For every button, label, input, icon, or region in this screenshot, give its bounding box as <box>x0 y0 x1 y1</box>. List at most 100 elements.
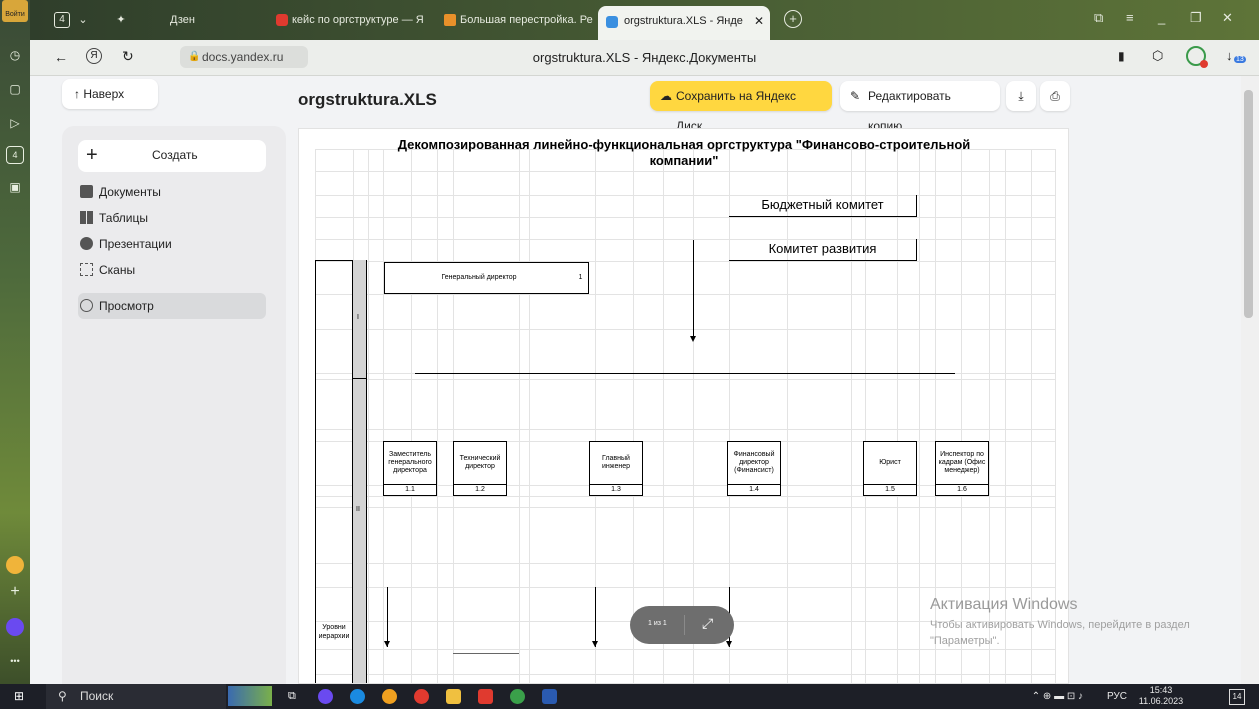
activation-text: Чтобы активировать Windows, перейдите в … <box>930 619 1190 647</box>
edit-copy-button[interactable]: ✎ Редактировать копию <box>840 81 1000 133</box>
document-name: orgstruktura.XLS <box>298 90 437 109</box>
clock-time: 15:43 <box>1149 685 1173 695</box>
messenger-icon[interactable] <box>6 618 24 636</box>
sidebar-item-scans[interactable]: Сканы <box>80 259 135 281</box>
grid-row <box>315 329 1055 330</box>
tab-orgcase[interactable]: кейс по оргструктуре — Я <box>274 8 444 32</box>
windows-start-icon[interactable]: ⊞ <box>14 690 27 703</box>
sidebar-item-view[interactable]: Просмотр <box>80 295 154 317</box>
tab-counter[interactable]: 4 <box>54 12 70 28</box>
video-icon[interactable]: ▷ <box>6 114 24 132</box>
sidebar-item-label: Сканы <box>99 263 136 277</box>
alert-badge <box>1200 60 1208 68</box>
tab-orgstruktura[interactable]: orgstruktura.XLS - Янде ✕ <box>598 6 770 40</box>
taskbar-search[interactable]: ⚲ Поиск <box>46 684 226 709</box>
sheet-title: Декомпозированная линейно-функциональная… <box>319 137 1049 169</box>
edge-app-icon[interactable] <box>350 689 365 704</box>
explorer-app-icon[interactable] <box>446 689 461 704</box>
ceo-label: Генеральный директор <box>441 274 517 281</box>
position-label: Заместитель генерального директора <box>388 451 432 474</box>
minimize-icon[interactable]: _ <box>1158 10 1165 25</box>
scrollbar-thumb[interactable] <box>1244 90 1253 318</box>
tab-label: Большая перестройка. Ре <box>460 14 593 26</box>
extensions-icon[interactable]: ⬡ <box>1152 48 1163 64</box>
sidebar-item-label: Просмотр <box>99 299 154 313</box>
back-arrow-icon[interactable]: ← <box>54 49 68 65</box>
presentation-icon <box>80 237 93 250</box>
restore-icon[interactable]: ❐ <box>1190 10 1202 26</box>
globe-icon <box>80 299 93 312</box>
menu-icon[interactable]: ≡ <box>1126 10 1134 25</box>
ceo-code-label: 1 <box>578 274 583 281</box>
tab-restructure[interactable]: Большая перестройка. Ре <box>442 8 597 32</box>
grid-col <box>787 149 788 683</box>
plus-icon: + <box>86 144 98 166</box>
arrowhead-3 <box>726 641 732 647</box>
yandex-icon <box>276 14 288 26</box>
sidebar-item-label: Таблицы <box>99 211 149 225</box>
tab-bar: 4 ⌄ ✦ Дзен кейс по оргструктуре — Я Боль… <box>30 0 1259 40</box>
position-code-label: 1.5 <box>885 486 895 493</box>
ceo-box: Генеральный директор <box>384 262 574 294</box>
yandex-browser-app-icon[interactable] <box>478 689 493 704</box>
sidebar-item-documents[interactable]: Документы <box>80 181 161 203</box>
yandex-home-icon[interactable]: Я <box>86 48 102 64</box>
messenger-app-icon[interactable] <box>318 689 333 704</box>
tab-counter-label: 4 <box>59 14 65 25</box>
back-up-button[interactable]: ↑ Наверх <box>62 79 158 109</box>
reload-icon[interactable]: ↻ <box>122 48 134 65</box>
grid-row <box>315 217 1055 218</box>
grid-row <box>315 171 1055 172</box>
history-icon[interactable]: ◷ <box>6 46 24 64</box>
favorites-icon[interactable]: ✦ <box>114 8 128 32</box>
download-button[interactable]: ⤓ <box>1006 81 1036 111</box>
save-to-disk-button[interactable]: ☁ Сохранить на Яндекс Диск <box>650 81 832 133</box>
tabs-counter-icon[interactable]: 4 <box>6 146 24 164</box>
tray-icons[interactable]: ⌃ ⊕ ▬ ⊡ ♪ <box>1032 691 1083 702</box>
sidebar-item-presentations[interactable]: Презентации <box>80 233 172 255</box>
chrome-app-icon[interactable] <box>382 689 397 704</box>
position-label: Юрист <box>879 459 901 466</box>
app-icon[interactable] <box>510 689 525 704</box>
task-view-icon[interactable]: ⧉ <box>288 689 303 704</box>
notification-center-icon[interactable]: 14 <box>1229 689 1245 705</box>
levels-label: Уровни иерархии <box>318 624 350 640</box>
bookmark-icon[interactable]: ▮ <box>1118 49 1125 63</box>
sidebar-item-tables[interactable]: Таблицы <box>80 207 148 229</box>
position-code-label: 1.4 <box>749 486 759 493</box>
add-panel-icon[interactable]: + <box>6 583 24 601</box>
more-icon[interactable]: ••• <box>6 652 24 670</box>
back-up-label: ↑ Наверх <box>74 87 125 101</box>
print-button[interactable]: ⎙ <box>1040 81 1070 111</box>
word-app-icon[interactable] <box>542 689 557 704</box>
page-indicator[interactable]: 1 из 1 ⤢ <box>630 606 734 644</box>
download-icon: ⤓ <box>1018 89 1024 103</box>
position-code: 1.3 <box>589 484 643 496</box>
taskbar-widget-image[interactable] <box>228 686 272 706</box>
new-tab-icon[interactable]: + <box>784 10 802 28</box>
close-window-icon[interactable]: ✕ <box>1222 10 1233 26</box>
yandex-app-icon[interactable] <box>414 689 429 704</box>
grid-row <box>315 294 1055 295</box>
profile-icon[interactable] <box>1186 46 1208 68</box>
tab-menu-chevron-icon[interactable]: ⌄ <box>76 8 90 32</box>
grid-col <box>411 149 412 683</box>
activation-title: Активация Windows <box>930 596 1078 613</box>
screenshot-icon[interactable]: ▣ <box>6 178 24 196</box>
language-indicator[interactable]: РУС <box>1107 691 1127 702</box>
position-code-label: 1.3 <box>611 486 621 493</box>
fullscreen-icon[interactable]: ⤢ <box>702 615 713 632</box>
collections-icon[interactable]: ▢ <box>6 80 24 98</box>
downloads-icon[interactable]: ↓ 13 <box>1226 48 1246 63</box>
pencil-icon: ✎ <box>850 89 861 103</box>
tab-dzen[interactable]: Дзен <box>170 8 250 32</box>
url-field[interactable]: 🔒 docs.yandex.ru <box>180 46 308 68</box>
arrow-line-committee <box>693 240 694 340</box>
login-button[interactable]: Войти <box>2 0 28 22</box>
tab-groups-icon[interactable]: ⧉ <box>1094 10 1103 26</box>
create-button[interactable]: + Создать <box>78 140 266 172</box>
clock[interactable]: 15:43 11.06.2023 <box>1133 685 1189 707</box>
table-icon <box>80 211 93 224</box>
alice-icon[interactable] <box>6 556 24 574</box>
close-tab-icon[interactable]: ✕ <box>754 6 764 36</box>
